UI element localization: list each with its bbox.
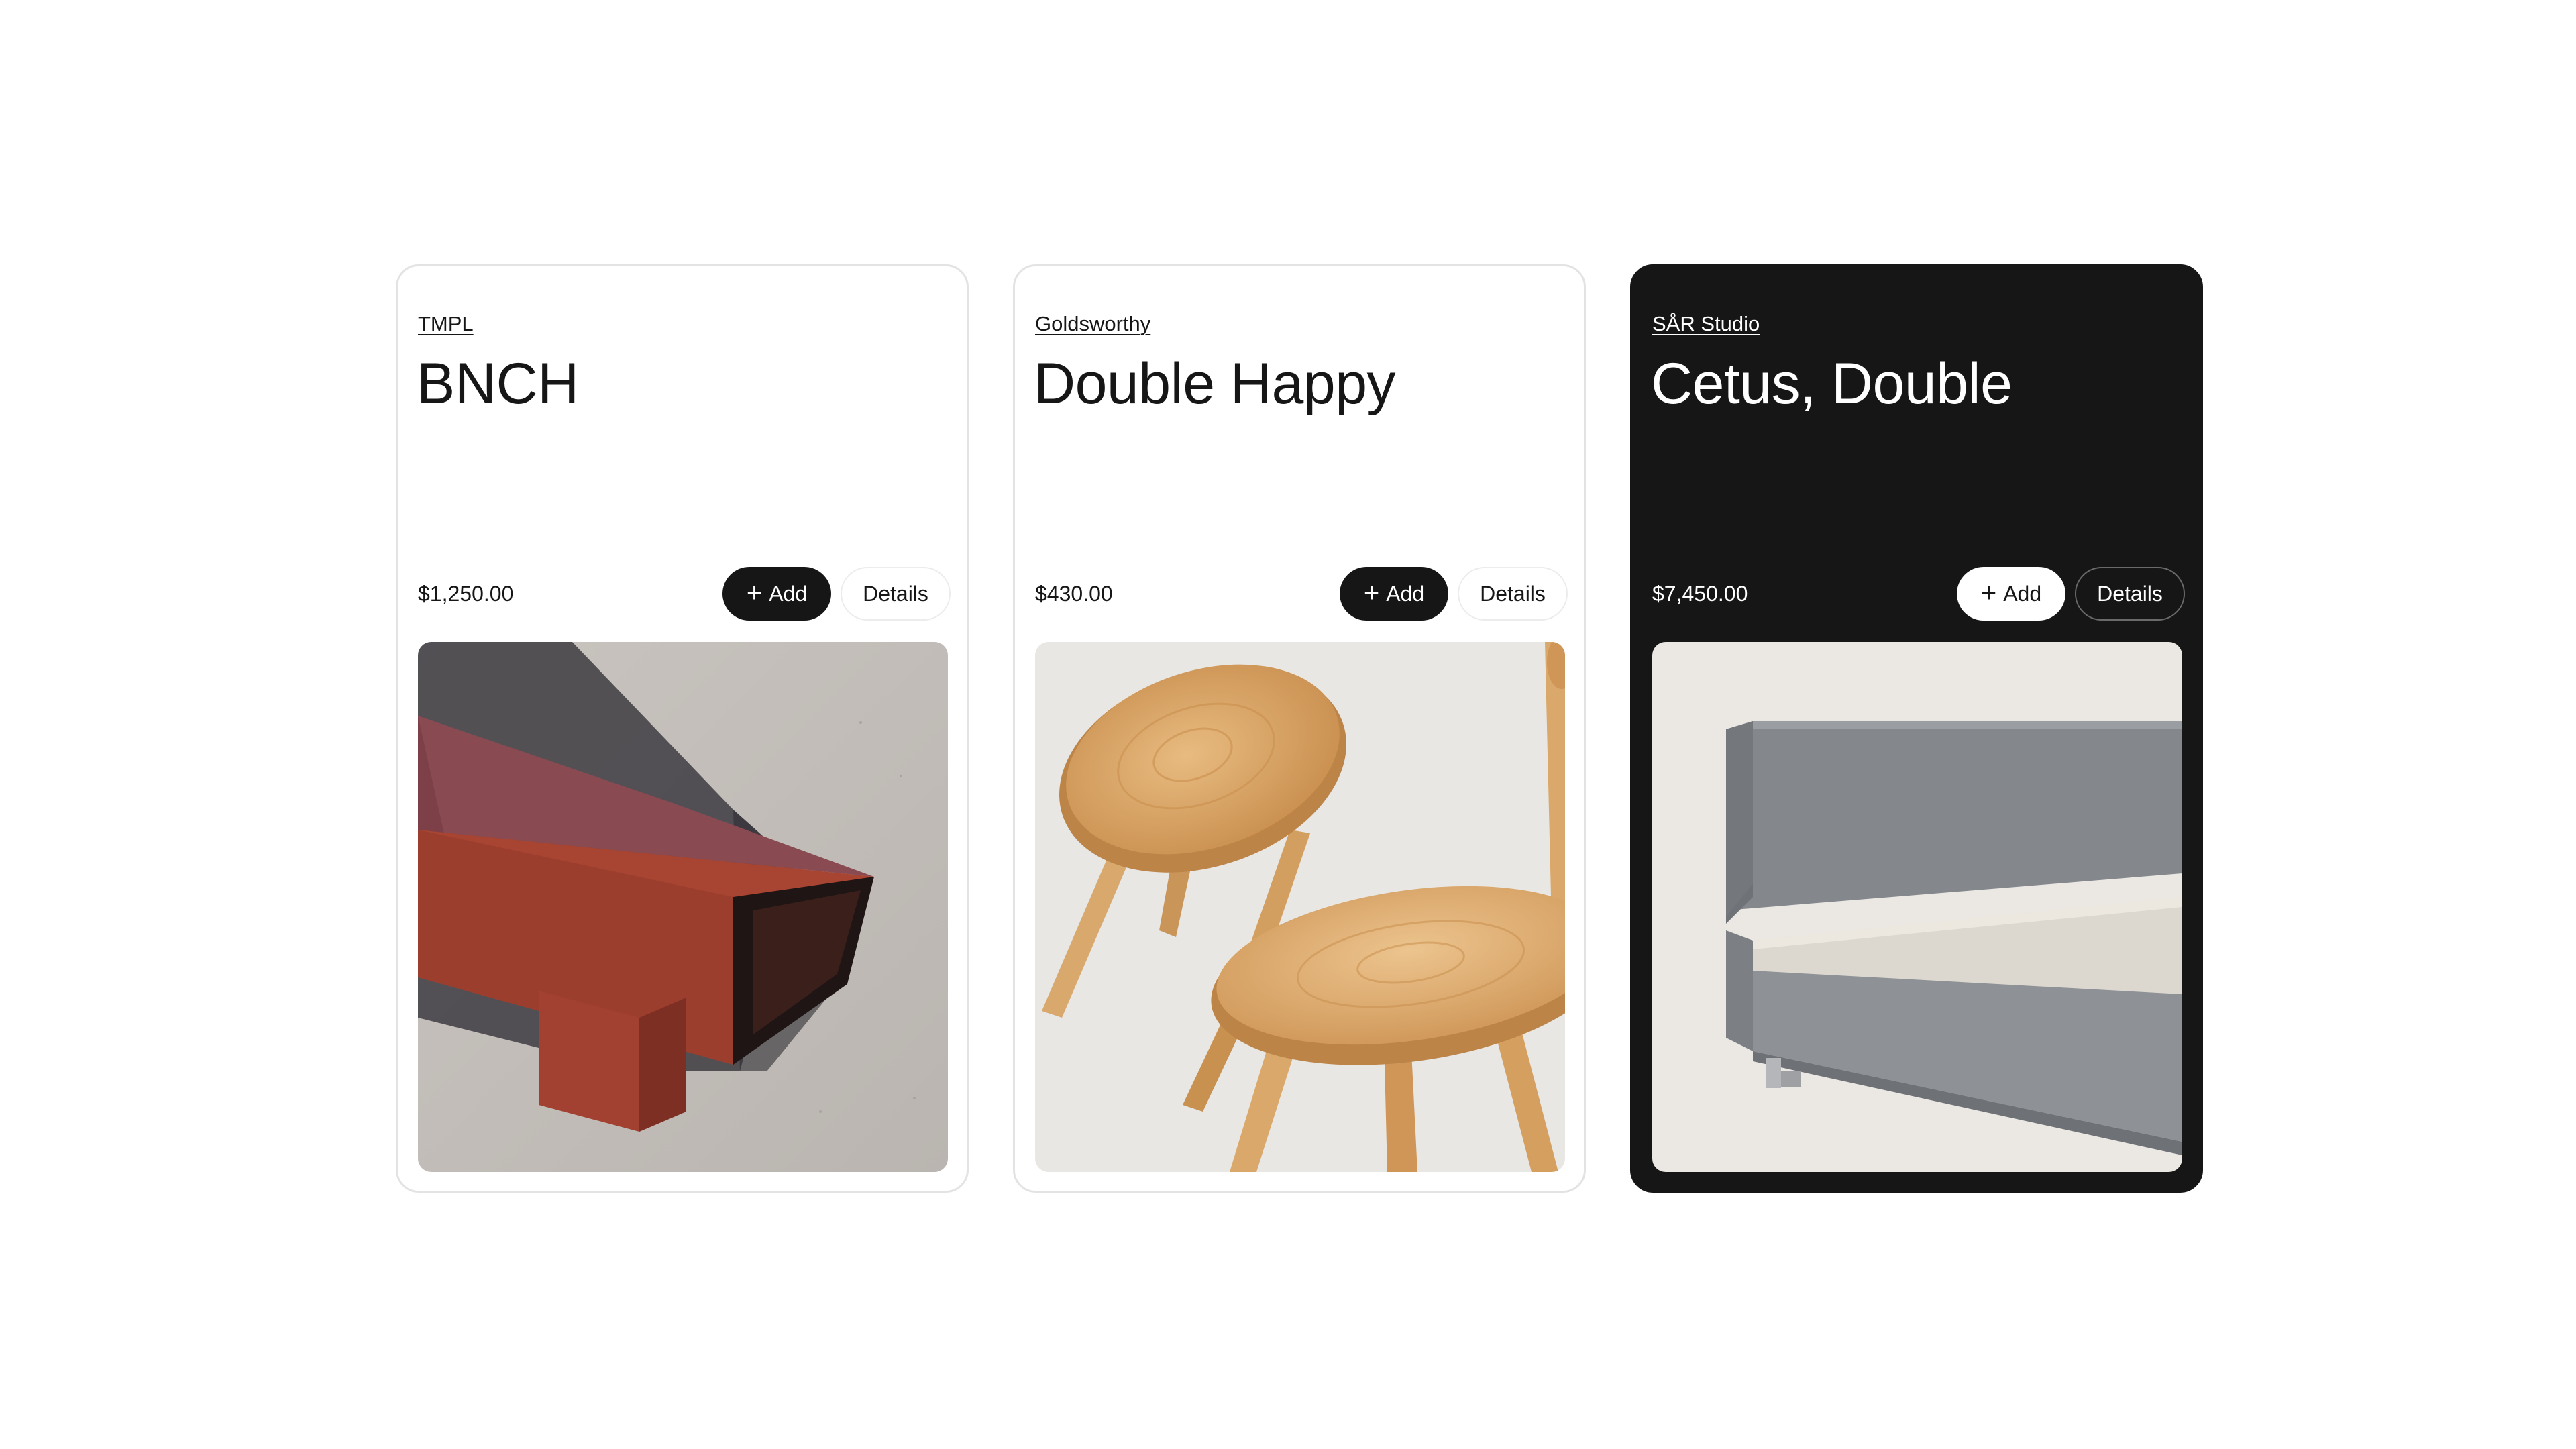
details-button[interactable]: Details: [1458, 567, 1568, 621]
product-title: BNCH: [417, 352, 579, 416]
brand-link[interactable]: SÅR Studio: [1652, 312, 1760, 336]
add-button-label: Add: [769, 581, 808, 606]
red-steel-bench-photo: [418, 642, 948, 1172]
add-button-label: Add: [2003, 581, 2042, 606]
brand-link[interactable]: TMPL: [418, 312, 474, 336]
grey-upholstered-bed-photo: [1652, 642, 2182, 1172]
add-button[interactable]: + Add: [1957, 567, 2065, 621]
product-card-cetus-double: SÅR Studio Cetus, Double $7,450.00 + Add…: [1630, 264, 2203, 1193]
plus-icon: +: [1363, 578, 1380, 608]
product-title: Cetus, Double: [1651, 352, 2012, 416]
add-button[interactable]: + Add: [1340, 567, 1448, 621]
add-button-label: Add: [1386, 581, 1425, 606]
details-button-label: Details: [1480, 581, 1546, 606]
product-title: Double Happy: [1034, 352, 1396, 416]
add-button[interactable]: + Add: [722, 567, 831, 621]
details-button[interactable]: Details: [841, 567, 951, 621]
plus-icon: +: [1980, 578, 1997, 608]
wooden-stools-photo: [1035, 642, 1565, 1172]
product-card-double-happy: Goldsworthy Double Happy $430.00 + Add D…: [1013, 264, 1586, 1193]
product-price: $430.00: [1035, 582, 1113, 606]
product-grid: TMPL BNCH $1,250.00 + Add Details Goldsw…: [0, 0, 2576, 1449]
details-button-label: Details: [2097, 581, 2163, 606]
product-price: $7,450.00: [1652, 582, 1748, 606]
plus-icon: +: [746, 578, 763, 608]
brand-link[interactable]: Goldsworthy: [1035, 312, 1150, 336]
product-price: $1,250.00: [418, 582, 514, 606]
details-button[interactable]: Details: [2075, 567, 2185, 621]
details-button-label: Details: [863, 581, 928, 606]
product-card-bnch: TMPL BNCH $1,250.00 + Add Details: [396, 264, 969, 1193]
